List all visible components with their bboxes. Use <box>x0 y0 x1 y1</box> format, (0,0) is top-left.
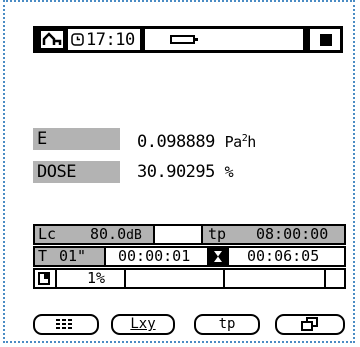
keypad-icon <box>56 319 72 329</box>
clock-time: 17:10 <box>86 30 135 50</box>
lc-cell[interactable]: Lc 80.0dB <box>35 226 153 243</box>
memory-bar-3 <box>324 270 344 287</box>
remaining-time: 00:06:05 <box>247 248 320 265</box>
t-label: T <box>38 248 48 265</box>
status-bar: 17:10 <box>33 26 343 53</box>
reading-label-dose: DOSE <box>33 161 120 183</box>
t-value: 01" <box>59 248 87 265</box>
stop-square-icon <box>320 34 332 46</box>
softkey-keypad[interactable] <box>33 314 99 335</box>
elapsed-time: 00:00:01 <box>118 248 191 265</box>
softkey-tp[interactable]: tp <box>194 314 260 335</box>
softkey-tp-label: tp <box>218 316 236 332</box>
reading-value-e: 0.098889 Pa2h <box>137 128 256 153</box>
memory-bar-2 <box>223 270 324 287</box>
elapsed-cell: 00:00:01 <box>104 248 207 265</box>
tp-value: 08:00:00 <box>256 226 329 243</box>
level-meter-icon <box>41 31 63 48</box>
battery-segment <box>145 29 303 50</box>
timer-row: T 01" 00:00:01 00:06:05 <box>33 246 346 267</box>
softkey-lxy-label: Lxy <box>130 316 156 332</box>
memory-icon <box>35 270 55 287</box>
t-cell[interactable]: T 01" <box>35 248 104 265</box>
dose-value: 30.90295 <box>137 162 215 182</box>
reading-value-dose: 30.90295 % <box>137 161 234 183</box>
windows-icon <box>301 317 318 331</box>
softkey-lxy[interactable]: Lxy <box>111 314 175 335</box>
memory-value: 1% <box>87 270 106 287</box>
e-unit: Pa2h <box>224 133 257 151</box>
lc-value: 80.0dB <box>90 226 142 243</box>
stop-button[interactable] <box>310 29 340 50</box>
lc-tp-row: Lc 80.0dB tp 08:00:00 <box>33 224 346 245</box>
softkey-windows[interactable] <box>275 314 345 335</box>
dose-unit: % <box>224 163 234 181</box>
clock-icon <box>71 33 84 46</box>
memory-row: 1% <box>33 268 346 289</box>
lc-label: Lc <box>38 226 57 243</box>
reading-label-e: E <box>33 128 120 150</box>
e-value: 0.098889 <box>137 132 215 152</box>
tp-label: tp <box>208 226 227 243</box>
tp-cell[interactable]: tp 08:00:00 <box>201 226 344 243</box>
remaining-cell: 00:06:05 <box>229 248 344 265</box>
hourglass-icon <box>207 248 229 265</box>
memory-bar-1 <box>124 270 223 287</box>
memory-value-cell: 1% <box>55 270 124 287</box>
clock-segment: 17:10 <box>68 29 140 50</box>
battery-icon <box>170 35 198 44</box>
lc-bar-empty <box>153 226 201 243</box>
